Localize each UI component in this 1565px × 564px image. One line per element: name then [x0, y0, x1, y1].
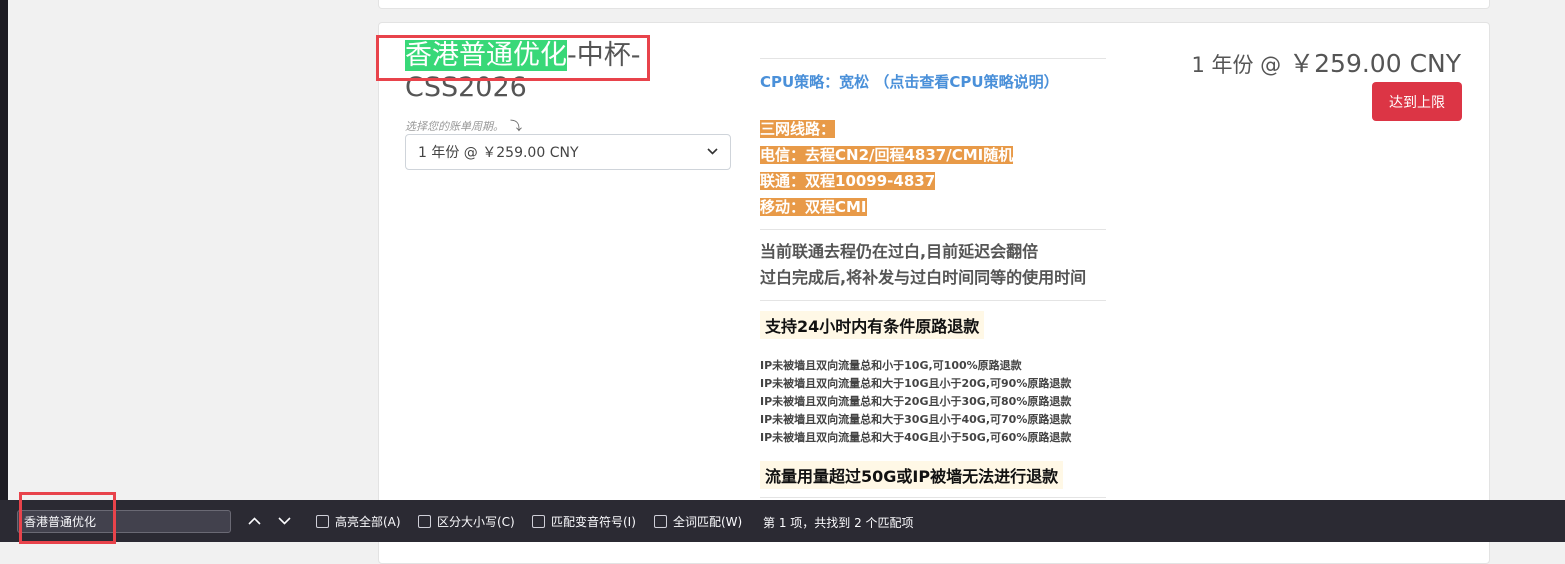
no-refund-banner-wrap: 流量用量超过50G或IP被墙无法进行退款: [760, 461, 1106, 489]
divider: [760, 58, 1106, 59]
match-case-label: 区分大小写(C): [437, 515, 515, 529]
match-diacritics-checkbox[interactable]: [532, 515, 545, 528]
refund-rule: IP未被墙且双向流量总和大于20G且小于30G,可80%原路退款: [760, 395, 1072, 408]
route-telecom: 电信：去程CN2/回程4837/CMI随机: [760, 146, 1014, 164]
match-diacritics-option[interactable]: 匹配变音符号(I): [532, 513, 636, 530]
route-unicom: 联通：双程10099-4837: [760, 172, 936, 190]
product-price: 1 年份 @ ￥259.00 CNY: [1191, 44, 1461, 80]
previous-product-card: [378, 0, 1490, 9]
left-edge-strip: [0, 0, 8, 542]
limit-reached-button[interactable]: 达到上限: [1372, 82, 1462, 121]
billing-cycle-select[interactable]: 1 年份 @ ￥259.00 CNY: [405, 134, 731, 170]
price-cycle: 1 年份 @: [1191, 53, 1282, 77]
refund-rule: IP未被墙且双向流量总和小于10G,可100%原路退款: [760, 359, 1022, 372]
refund-rules: IP未被墙且双向流量总和小于10G,可100%原路退款 IP未被墙且双向流量总和…: [760, 357, 1106, 447]
chevron-down-icon: [707, 147, 718, 158]
product-description: CPU策略：宽松 （点击查看CPU策略说明） 三网线路： 电信：去程CN2/回程…: [760, 58, 1106, 498]
cpu-policy-link[interactable]: CPU策略：宽松 （点击查看CPU策略说明）: [760, 72, 1106, 92]
match-case-option[interactable]: 区分大小写(C): [418, 513, 515, 530]
chevron-down-icon[interactable]: [273, 510, 295, 532]
highlight-all-option[interactable]: 高亮全部(A): [316, 513, 401, 530]
price-value: ￥259.00 CNY: [1289, 49, 1461, 78]
whole-words-option[interactable]: 全词匹配(W): [654, 513, 742, 530]
refund-banner-wrap: 支持24小时内有条件原路退款: [760, 311, 1106, 339]
chevron-up-icon[interactable]: [243, 510, 265, 532]
billing-cycle-value: 1 年份 @ ￥259.00 CNY: [418, 145, 579, 161]
notice-line: 当前联通去程仍在过白,目前延迟会翻倍: [760, 242, 1039, 261]
divider: [760, 497, 1106, 498]
divider: [760, 229, 1106, 230]
refund-rule: IP未被墙且双向流量总和大于30G且小于40G,可70%原路退款: [760, 413, 1072, 426]
highlight-all-label: 高亮全部(A): [335, 515, 401, 529]
match-case-checkbox[interactable]: [418, 515, 431, 528]
route-notice: 当前联通去程仍在过白,目前延迟会翻倍 过白完成后,将补发与过白时间同等的使用时间: [760, 239, 1106, 291]
find-annotation-box: [19, 492, 116, 544]
notice-line: 过白完成后,将补发与过白时间同等的使用时间: [760, 268, 1087, 287]
whole-words-checkbox[interactable]: [654, 515, 667, 528]
billing-cycle-hint: 选择您的账单周期。 ⤵: [405, 117, 522, 134]
route-heading: 三网线路：: [760, 120, 836, 138]
route-mobile: 移动：双程CMI: [760, 198, 867, 216]
no-refund-banner: 流量用量超过50G或IP被墙无法进行退款: [760, 461, 1064, 489]
find-status: 第 1 项，共找到 2 个匹配项: [763, 516, 914, 530]
refund-rule: IP未被墙且双向流量总和大于40G且小于50G,可60%原路退款: [760, 431, 1072, 444]
billing-cycle-hint-text: 选择您的账单周期。: [405, 120, 504, 133]
find-bar: 高亮全部(A) 区分大小写(C) 匹配变音符号(I) 全词匹配(W) 第 1 项…: [0, 500, 1565, 542]
refund-rule: IP未被墙且双向流量总和大于10G且小于20G,可90%原路退款: [760, 377, 1072, 390]
refund-banner: 支持24小时内有条件原路退款: [760, 311, 985, 339]
route-list: 三网线路： 电信：去程CN2/回程4837/CMI随机 联通：双程10099-4…: [760, 116, 1106, 220]
highlight-all-checkbox[interactable]: [316, 515, 329, 528]
divider: [760, 300, 1106, 301]
whole-words-label: 全词匹配(W): [673, 515, 743, 529]
match-diacritics-label: 匹配变音符号(I): [551, 515, 636, 529]
title-annotation-box: [376, 35, 650, 81]
curved-arrow-down-icon: ⤵: [510, 119, 523, 133]
